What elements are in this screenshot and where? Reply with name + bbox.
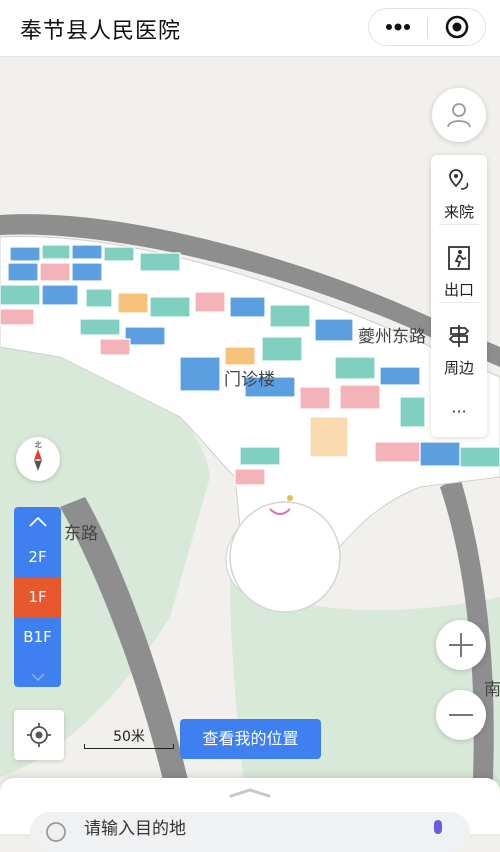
app-header: 奉节县人民医院	[0, 0, 500, 57]
tool-label: 来院	[443, 203, 474, 221]
search-icon	[46, 822, 66, 842]
minus-icon	[449, 714, 473, 716]
floor-selector: 2F 1F B1F	[14, 507, 61, 687]
zoom-out-button[interactable]	[436, 690, 486, 740]
map-scale: 50米	[84, 722, 174, 752]
tool-exit[interactable]: 出口	[431, 233, 487, 303]
tool-come-to-hospital[interactable]: 来院	[431, 155, 487, 225]
drag-handle-icon[interactable]	[228, 788, 272, 798]
floor-up-button[interactable]	[14, 507, 61, 537]
search-bar[interactable]	[30, 812, 470, 852]
building-label: 门诊楼	[224, 370, 275, 390]
road-label-east: 东路	[64, 524, 98, 544]
voice-icon[interactable]	[430, 818, 446, 842]
scale-label: 50米	[113, 729, 145, 745]
chevron-down-icon	[30, 673, 45, 681]
chevron-up-icon	[28, 517, 47, 527]
tool-label: 出口	[443, 281, 474, 299]
close-button[interactable]	[428, 9, 486, 45]
more-button[interactable]	[369, 9, 427, 45]
svg-text:北: 北	[35, 441, 42, 449]
indoor-map[interactable]: 门诊楼 夔州东路 东路 南	[0, 57, 500, 834]
compass-button[interactable]: 北	[16, 437, 60, 481]
floor-down-button[interactable]	[14, 667, 61, 687]
locate-button[interactable]	[14, 710, 64, 760]
zoom-in-button[interactable]	[436, 620, 486, 670]
mini-program-capsule	[368, 8, 486, 46]
page-title: 奉节县人民医院	[20, 19, 182, 44]
signpost-icon	[448, 325, 470, 347]
road-label-south: 南	[484, 680, 500, 700]
destination-search-input[interactable]	[82, 818, 416, 840]
floor-2f[interactable]: 2F	[14, 537, 61, 577]
show-my-location-button[interactable]: 查看我的位置	[180, 719, 321, 759]
tool-label: 周边	[443, 359, 474, 377]
tool-nearby[interactable]: 周边	[431, 311, 487, 381]
location-route-icon	[449, 169, 469, 190]
bottom-sheet	[0, 778, 500, 852]
user-avatar-button[interactable]	[432, 88, 486, 142]
close-circle-icon	[445, 15, 469, 39]
road-label-kuizhou-east: 夔州东路	[358, 327, 426, 347]
crosshair-icon	[27, 723, 51, 747]
compass-icon: 北	[34, 441, 42, 471]
plus-icon	[449, 633, 473, 657]
divider	[439, 224, 479, 225]
user-icon	[447, 103, 471, 128]
map-canvas[interactable]	[0, 57, 500, 834]
floor-1f[interactable]: 1F	[14, 577, 61, 617]
scale-bar	[84, 744, 174, 749]
exit-icon	[448, 246, 470, 270]
floor-b1f[interactable]: B1F	[14, 617, 61, 657]
more-dots-icon	[386, 23, 410, 31]
map-toolbar: 来院 出口 周边 ···	[431, 155, 487, 437]
divider	[439, 302, 479, 303]
toolbar-more-button[interactable]: ···	[431, 397, 487, 437]
